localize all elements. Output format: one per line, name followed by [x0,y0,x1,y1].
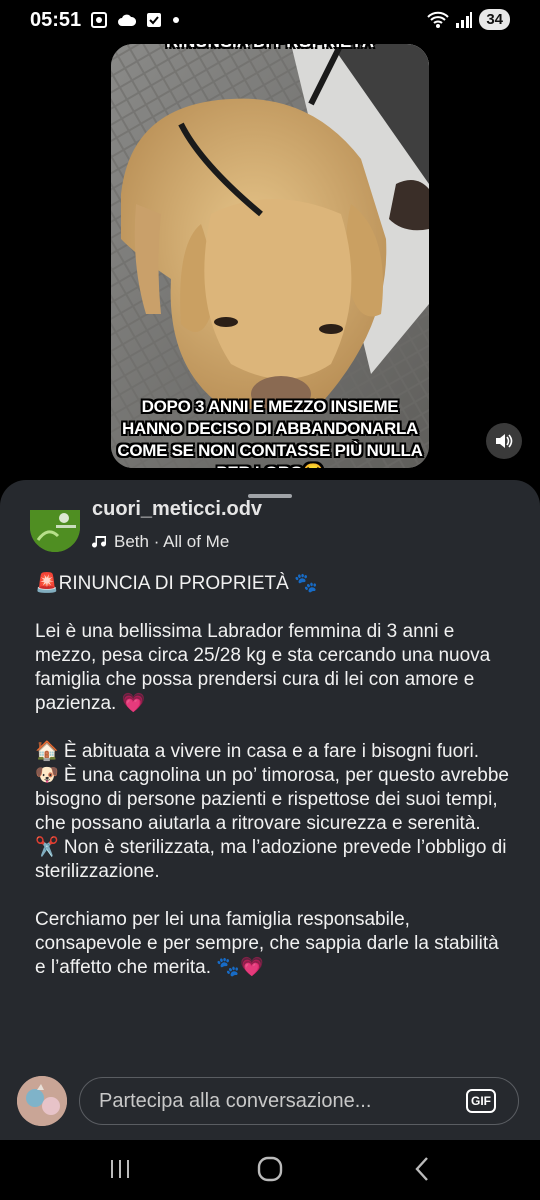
back-button[interactable] [402,1154,442,1184]
user-avatar[interactable] [17,1076,67,1126]
recent-apps-icon [111,1160,129,1178]
audio-track-label: Beth · All of Me [114,532,230,551]
author-logo-icon [30,510,80,552]
post-caption: 🚨RINUNCIA DI PROPRIETÀ 🐾 Lei è una belli… [35,573,509,978]
author-name[interactable]: cuori_meticci.odv [92,498,262,521]
comment-bar: Partecipa alla conversazione... GIF [0,1064,540,1140]
user-avatar-image [17,1076,67,1126]
comment-input[interactable]: Partecipa alla conversazione... GIF [79,1077,519,1125]
dot-icon [173,17,179,23]
status-time: 05:51 [30,9,82,31]
comment-placeholder: Partecipa alla conversazione... [99,1090,372,1112]
audio-track[interactable]: Beth · All of Me [92,532,229,552]
speaker-icon [496,434,513,448]
notification-icons [90,11,180,29]
gif-button[interactable]: GIF [466,1089,496,1113]
author-avatar[interactable] [30,510,80,552]
sound-toggle-button[interactable] [486,423,522,459]
home-button[interactable] [250,1154,290,1184]
post-sheet[interactable]: cuori_meticci.odv Beth · All of Me 🚨RINU… [0,480,540,1132]
home-icon [257,1156,283,1182]
post-author-row: cuori_meticci.odv Beth · All of Me [30,498,510,552]
wifi-icon [427,11,450,28]
video-caption-top: RINUNCIA DI PROPRIETÀ [111,44,429,52]
system-icons: 34 [427,9,510,30]
battery-indicator: 34 [479,9,510,30]
signal-icon [456,11,473,28]
back-icon [415,1157,428,1181]
video-player[interactable]: RINUNCIA DI PROPRIETÀ DOPO 3 ANNI E MEZZ… [111,44,429,468]
status-bar: 05:51 34 [0,0,540,40]
system-nav-bar [0,1140,540,1200]
checkbox-icon [147,13,161,27]
screenshot-icon [91,12,107,28]
recent-apps-button[interactable] [100,1154,140,1184]
video-caption: DOPO 3 ANNI E MEZZO INSIEME HANNO DECISO… [117,397,423,468]
music-note-icon [92,536,106,548]
cloud-icon [118,14,136,26]
